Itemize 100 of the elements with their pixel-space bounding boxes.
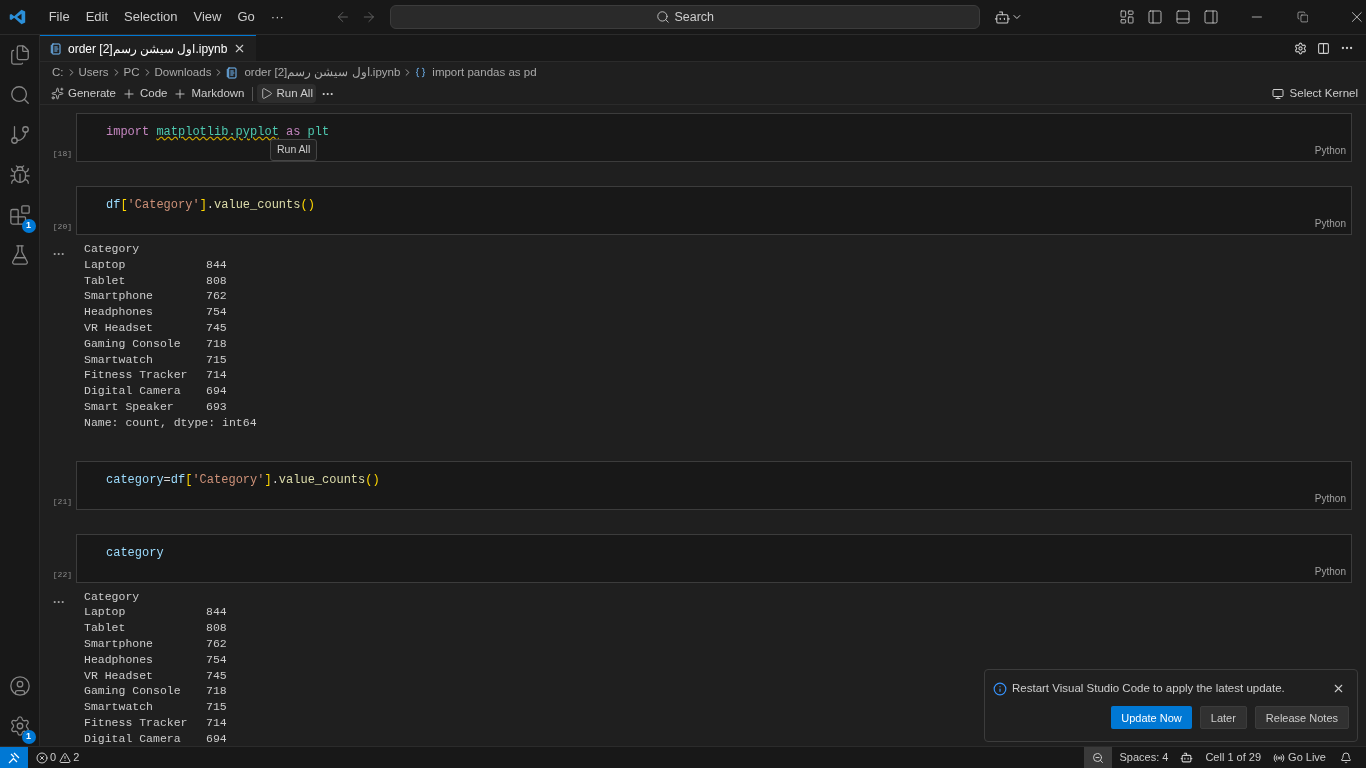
menu-item[interactable]: ··· bbox=[262, 7, 292, 27]
go-live-button[interactable]: Go Live bbox=[1288, 749, 1326, 766]
menu-item[interactable]: Edit bbox=[77, 7, 117, 27]
output-label: Smart Speaker bbox=[84, 398, 175, 415]
panel-right-icon[interactable] bbox=[1202, 9, 1219, 25]
search-icon[interactable] bbox=[8, 84, 31, 106]
breadcrumb-item[interactable]: import pandas as pd bbox=[432, 63, 537, 82]
command-center[interactable]: Search bbox=[390, 5, 981, 29]
robot-icon[interactable] bbox=[1180, 751, 1194, 764]
warning-count[interactable]: 2 bbox=[73, 749, 80, 766]
code-line: category=df['Category'].value_counts() bbox=[106, 471, 380, 489]
zoom-button[interactable] bbox=[1083, 747, 1112, 768]
output-value: 714 bbox=[206, 367, 227, 384]
code-line: df['Category'].value_counts() bbox=[106, 197, 315, 214]
output-label: VR Headset bbox=[84, 667, 154, 684]
output-label: Digital Camera bbox=[84, 383, 182, 399]
output-value: 754 bbox=[206, 651, 227, 668]
panel-left-icon[interactable] bbox=[1146, 9, 1163, 25]
output-menu[interactable]: ··· bbox=[53, 594, 65, 609]
notification-message: Restart Visual Studio Code to apply the latest update. bbox=[1012, 681, 1285, 696]
robot-icon[interactable] bbox=[994, 8, 1012, 26]
files-icon[interactable] bbox=[8, 44, 31, 66]
panel-bottom-icon[interactable] bbox=[1174, 9, 1191, 25]
app-logo bbox=[9, 8, 27, 26]
kernel-icon bbox=[1271, 87, 1284, 100]
breadcrumb-item[interactable]: order [2]اول سيشن رسم.ipynb bbox=[244, 63, 401, 82]
output-value: 694 bbox=[206, 383, 227, 399]
output-label: Smartphone bbox=[84, 288, 154, 305]
toolbar-button[interactable]: Markdown bbox=[170, 84, 248, 103]
output-value: 718 bbox=[206, 683, 227, 700]
menu-item[interactable]: View bbox=[185, 7, 230, 27]
output-label: Gaming Console bbox=[84, 335, 182, 352]
menu-item[interactable]: Go bbox=[229, 7, 263, 27]
output-value: 844 bbox=[206, 256, 227, 273]
zoom-out-icon bbox=[1091, 751, 1104, 764]
output-value: 844 bbox=[206, 604, 227, 621]
sparkle-icon bbox=[51, 87, 64, 100]
indentation-status[interactable]: Spaces: 4 bbox=[1119, 749, 1169, 766]
toolbar-button[interactable]: Code bbox=[118, 84, 171, 103]
error-count[interactable]: 0 bbox=[50, 749, 57, 766]
remote-icon bbox=[8, 751, 20, 764]
remote-button[interactable] bbox=[0, 747, 28, 768]
output-value: 715 bbox=[206, 699, 227, 715]
split-editor-icon[interactable] bbox=[1317, 41, 1330, 55]
restore-icon[interactable] bbox=[1296, 11, 1309, 23]
select-kernel-button[interactable]: Select Kernel bbox=[1289, 84, 1358, 103]
output-value: 808 bbox=[206, 272, 227, 289]
breadcrumb-item[interactable]: PC bbox=[123, 63, 140, 82]
editor-tab[interactable]: order [2]اول سيشن رسم.ipynb bbox=[40, 35, 257, 61]
breadcrumb-item[interactable]: C: bbox=[52, 63, 64, 82]
output-label: Laptop bbox=[84, 604, 127, 621]
error-icon[interactable] bbox=[36, 751, 48, 764]
extensions-icon[interactable] bbox=[8, 204, 31, 226]
menu-item[interactable]: File bbox=[40, 7, 78, 27]
output-label: Tablet bbox=[84, 272, 127, 289]
cell-status[interactable]: Cell 1 of 29 bbox=[1205, 749, 1262, 766]
output-value: 754 bbox=[206, 304, 227, 320]
debug-icon[interactable] bbox=[8, 164, 31, 186]
more-button[interactable]: ··· bbox=[321, 84, 334, 103]
output-value: 745 bbox=[206, 320, 227, 336]
notification-button[interactable]: Release Notes bbox=[1254, 706, 1349, 730]
cell-language[interactable]: Python bbox=[1314, 216, 1346, 231]
cell-language[interactable]: Python bbox=[1314, 490, 1346, 506]
settings-icon[interactable] bbox=[8, 715, 31, 737]
notebook-icon bbox=[226, 66, 239, 79]
account-icon[interactable] bbox=[8, 675, 31, 697]
output-value: 808 bbox=[206, 620, 227, 636]
broadcast-icon bbox=[1273, 751, 1286, 764]
info-icon bbox=[993, 681, 1007, 696]
output-value: 762 bbox=[206, 635, 227, 652]
output-value: 693 bbox=[206, 398, 227, 415]
settings-icon[interactable] bbox=[1294, 41, 1307, 55]
code-cell[interactable]: category Python bbox=[76, 533, 1352, 583]
breadcrumb-item[interactable]: Users bbox=[78, 63, 109, 82]
branch-icon[interactable] bbox=[8, 124, 31, 146]
bell-icon[interactable] bbox=[1340, 751, 1352, 764]
toolbar-button[interactable]: Run All bbox=[256, 84, 316, 103]
output-footer: Name: count, dtype: int64 bbox=[84, 414, 257, 431]
breadcrumb-item[interactable]: Downloads bbox=[154, 63, 212, 82]
output-label: Smartwatch bbox=[84, 351, 154, 368]
output-header: Category bbox=[84, 588, 140, 605]
code-cell[interactable]: category=df['Category'].value_counts() Python bbox=[76, 460, 1352, 510]
notification-button[interactable]: Update Now bbox=[1111, 706, 1192, 730]
toolbar-button[interactable]: Generate bbox=[48, 84, 119, 103]
cell-language[interactable]: Python bbox=[1314, 143, 1346, 158]
code-cell[interactable]: df['Category'].value_counts() Python bbox=[76, 186, 1352, 235]
code-line: category bbox=[106, 544, 164, 562]
execution-count: [21] bbox=[52, 495, 72, 508]
warning-icon[interactable] bbox=[59, 751, 72, 764]
cell-language[interactable]: Python bbox=[1314, 563, 1346, 579]
tab-title: order [2]اول سيشن رسم.ipynb bbox=[68, 40, 228, 58]
output-label: Smartphone bbox=[84, 635, 154, 652]
output-label: Smartwatch bbox=[84, 699, 154, 715]
output-label: Gaming Console bbox=[84, 683, 182, 700]
menu-item[interactable]: Selection bbox=[116, 7, 186, 27]
notification-button[interactable]: Later bbox=[1199, 706, 1247, 730]
output-value: 718 bbox=[206, 335, 227, 352]
output-menu[interactable]: ··· bbox=[53, 247, 65, 261]
layout-icon[interactable] bbox=[1118, 9, 1135, 25]
output-value: 694 bbox=[206, 730, 227, 746]
